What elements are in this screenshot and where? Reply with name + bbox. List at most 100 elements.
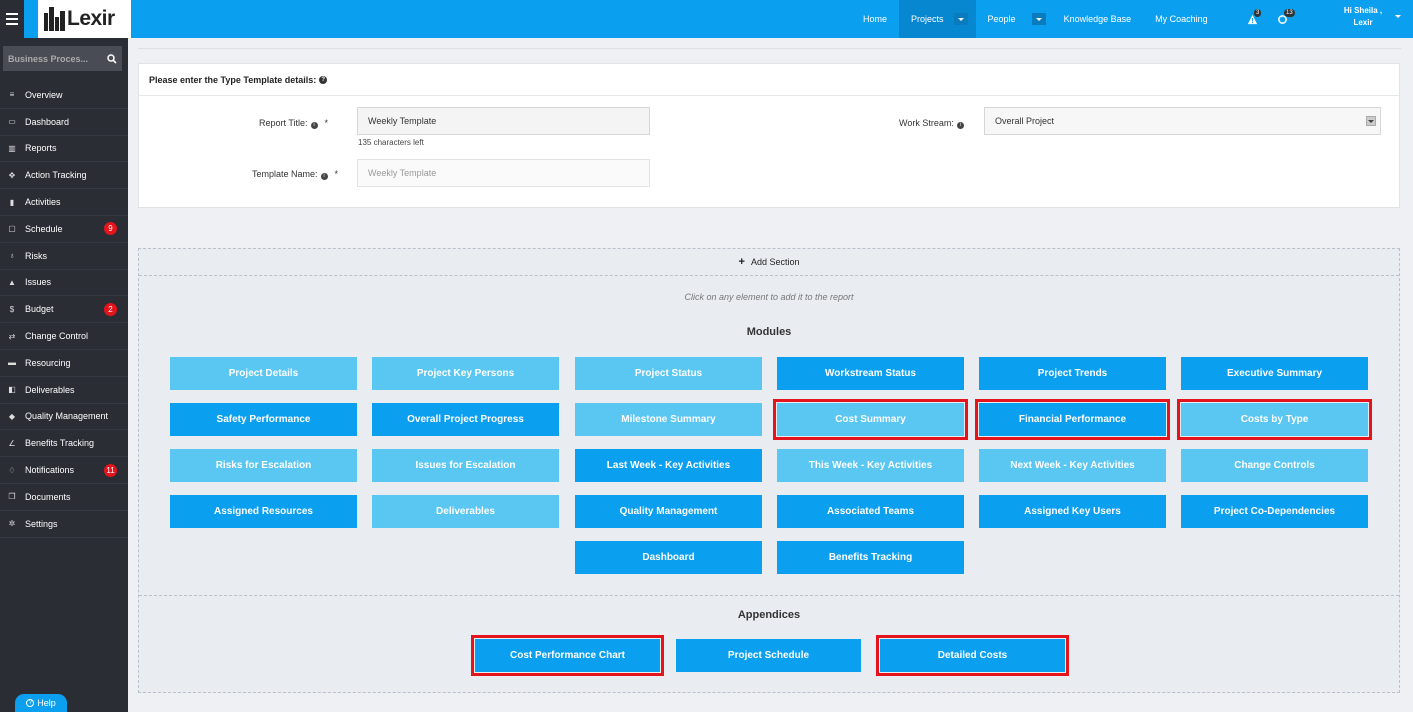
- module-button-assigned-key-users[interactable]: Assigned Key Users: [979, 495, 1166, 528]
- module-button-next-week-key-activities[interactable]: Next Week - Key Activities: [979, 449, 1166, 482]
- info-icon[interactable]: i: [310, 121, 318, 129]
- sidebar-item-label: Quality Management: [25, 411, 109, 422]
- template-name-input[interactable]: Weekly Template: [357, 159, 650, 187]
- module-button-last-week-key-activities[interactable]: Last Week - Key Activities: [575, 449, 762, 482]
- sidebar-item-action-tracking[interactable]: ✥ Action Tracking: [0, 162, 128, 190]
- module-button-benefits-tracking[interactable]: Benefits Tracking: [777, 541, 964, 574]
- sidebar-item-overview[interactable]: ≡ Overview: [0, 82, 128, 109]
- highlight-box: [1177, 399, 1372, 440]
- sidebar-item-label: Change Control: [25, 331, 89, 342]
- sidebar-item-label: Benefits Tracking: [25, 438, 95, 449]
- sidebar-item-label: Dashboard: [25, 116, 70, 127]
- module-button-milestone-summary[interactable]: Milestone Summary: [575, 403, 762, 436]
- list-icon: ≡: [9, 90, 15, 100]
- sidebar-item-label: Action Tracking: [25, 170, 87, 181]
- plus-icon: +: [738, 256, 745, 268]
- sidebar-item-settings[interactable]: ✲ Settings: [0, 511, 128, 538]
- sidebar-item-risks[interactable]: ♁ Risks: [0, 243, 128, 270]
- module-button-change-controls[interactable]: Change Controls: [1181, 449, 1368, 482]
- question-icon: ?: [26, 699, 35, 707]
- sidebar-item-dashboard[interactable]: ▭ Dashboard: [0, 109, 128, 136]
- user-menu[interactable]: Hi Sheila , Lexir: [1338, 5, 1388, 29]
- sidebar-item-label: Issues: [25, 277, 52, 288]
- messages-button[interactable]: 13: [1277, 0, 1295, 38]
- box-icon: ◧: [8, 385, 16, 395]
- dashboard-icon: ▭: [8, 117, 16, 127]
- module-button-deliverables[interactable]: Deliverables: [372, 495, 559, 528]
- module-button-associated-teams[interactable]: Associated Teams: [777, 495, 964, 528]
- chevron-down-icon[interactable]: [1366, 116, 1376, 126]
- nav-knowledge-base[interactable]: Knowledge Base: [1052, 0, 1144, 38]
- module-button-issues-for-escalation[interactable]: Issues for Escalation: [372, 449, 559, 482]
- sidebar-item-resourcing[interactable]: ▬ Resourcing: [0, 350, 128, 377]
- user-menu-caret-icon[interactable]: [1395, 15, 1401, 18]
- module-button-project-key-persons[interactable]: Project Key Persons: [372, 357, 559, 390]
- work-stream-label: Work Stream: i: [899, 118, 964, 129]
- nav-my-coaching[interactable]: My Coaching: [1143, 0, 1220, 38]
- sidebar-item-label: Overview: [25, 89, 63, 100]
- sidebar-item-benefits-tracking[interactable]: ∠ Benefits Tracking: [0, 430, 128, 458]
- module-button-project-status[interactable]: Project Status: [575, 357, 762, 390]
- module-button-project-co-dependencies[interactable]: Project Co-Dependencies: [1181, 495, 1368, 528]
- add-section-button[interactable]: + Add Section: [139, 249, 1399, 276]
- bookmark-icon: ▮: [9, 197, 15, 207]
- project-search[interactable]: Business Proces...: [3, 46, 122, 71]
- sidebar-item-schedule[interactable]: ▢ Schedule 9: [0, 216, 128, 243]
- sidebar-item-budget[interactable]: $ Budget 2: [0, 296, 128, 324]
- search-input[interactable]: Business Proces...: [8, 54, 102, 64]
- module-button-overall-project-progress[interactable]: Overall Project Progress: [372, 403, 559, 436]
- work-stream-select[interactable]: Overall Project: [984, 107, 1381, 135]
- module-button-executive-summary[interactable]: Executive Summary: [1181, 357, 1368, 390]
- module-button-dashboard[interactable]: Dashboard: [575, 541, 762, 574]
- documents-icon: ❐: [8, 492, 16, 502]
- highlight-box: [471, 635, 664, 676]
- modules-title: Modules: [746, 326, 792, 338]
- module-button-project-trends[interactable]: Project Trends: [979, 357, 1166, 390]
- module-button-project-schedule[interactable]: Project Schedule: [676, 639, 861, 672]
- builder-hint: Click on any element to add it to the re…: [684, 292, 854, 302]
- greeting-name: Hi Sheila ,: [1343, 6, 1383, 15]
- help-circle-icon[interactable]: ?: [319, 75, 328, 84]
- sidebar-item-change-control[interactable]: ⇄ Change Control: [0, 323, 128, 350]
- sidebar-item-documents[interactable]: ❐ Documents: [0, 484, 128, 511]
- sidebar-item-notifications[interactable]: ♢ Notifications 11: [0, 457, 128, 484]
- dollar-icon: $: [9, 304, 15, 314]
- search-icon[interactable]: [102, 53, 122, 64]
- sidebar-item-issues[interactable]: ▲ Issues: [0, 270, 128, 297]
- truck-icon: ▬: [8, 358, 16, 368]
- count-badge: 9: [104, 222, 117, 236]
- module-button-safety-performance[interactable]: Safety Performance: [170, 403, 357, 436]
- help-button[interactable]: ? Help: [15, 694, 67, 712]
- report-builder: + Add Section Click on any element to ad…: [138, 248, 1400, 693]
- warning-icon: ▲: [8, 277, 16, 287]
- greeting-company: Lexir: [1353, 18, 1373, 27]
- characters-left-hint: 135 characters left: [358, 138, 424, 147]
- sidebar-item-reports[interactable]: ▥ Reports: [0, 136, 128, 163]
- module-button-assigned-resources[interactable]: Assigned Resources: [170, 495, 357, 528]
- exchange-icon: ⇄: [8, 331, 16, 341]
- highlight-box: [773, 399, 968, 440]
- module-button-workstream-status[interactable]: Workstream Status: [777, 357, 964, 390]
- logo[interactable]: Lexir: [38, 0, 131, 38]
- sidebar-item-label: Notifications: [25, 465, 75, 476]
- nav-home[interactable]: Home: [851, 0, 899, 38]
- projects-dropdown-icon[interactable]: [953, 13, 968, 25]
- nav-projects[interactable]: Projects: [899, 0, 976, 38]
- sidebar-item-deliverables[interactable]: ◧ Deliverables: [0, 377, 128, 404]
- nav-people[interactable]: People: [976, 0, 1052, 38]
- sidebar-item-label: Reports: [25, 143, 57, 154]
- module-button-this-week-key-activities[interactable]: This Week - Key Activities: [777, 449, 964, 482]
- logo-text: Lexir: [67, 7, 115, 30]
- info-icon[interactable]: i: [956, 121, 964, 129]
- module-button-project-details[interactable]: Project Details: [170, 357, 357, 390]
- module-button-quality-management[interactable]: Quality Management: [575, 495, 762, 528]
- info-icon[interactable]: i: [320, 172, 328, 180]
- menu-toggle-button[interactable]: [0, 0, 24, 38]
- people-dropdown-icon[interactable]: [1031, 13, 1046, 25]
- sidebar-item-activities[interactable]: ▮ Activities: [0, 189, 128, 216]
- highlight-box: [975, 399, 1170, 440]
- module-button-risks-for-escalation[interactable]: Risks for Escalation: [170, 449, 357, 482]
- alerts-button[interactable]: 3: [1247, 0, 1262, 38]
- sidebar-item-quality-management[interactable]: ◆ Quality Management: [0, 404, 128, 431]
- report-title-input[interactable]: Weekly Template: [357, 107, 650, 135]
